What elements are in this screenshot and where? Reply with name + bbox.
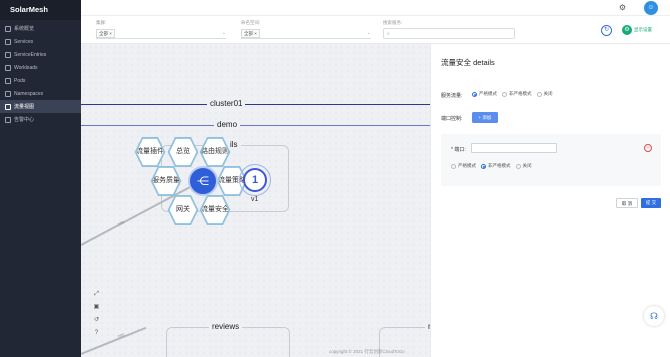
namespace-boundary: [81, 125, 430, 126]
details-box-label: ils: [227, 140, 241, 149]
fullscreen-icon[interactable]: ⤢: [90, 288, 103, 301]
radio-non-strict[interactable]: 非严格模式: [502, 91, 532, 97]
version-node-label: v1: [251, 196, 259, 203]
search-input[interactable]: ⌕: [383, 28, 515, 39]
reviews-service-box[interactable]: [166, 327, 290, 357]
traffic-icon: [5, 103, 11, 110]
traffic-graph-canvas[interactable]: cluster01 demo ils reviews r http http 流…: [81, 44, 430, 357]
user-avatar-icon[interactable]: ☺: [644, 1, 658, 15]
radio-dot: [472, 91, 477, 97]
radio-off[interactable]: 关闭: [536, 91, 553, 97]
cluster-select[interactable]: 全部 × ⌄: [96, 28, 226, 39]
copyright-footer: copyright © 2021 行云创新CloudToGo: [329, 349, 405, 354]
settings-icon: ⚙: [622, 25, 632, 35]
filter-bar: 集群: 全部 × ⌄ 命名空间: 全部 × ⌄ 搜索服务: ⌕ ↻ ⚙ 显示设置: [81, 16, 670, 44]
fit-icon[interactable]: ▣: [90, 301, 103, 314]
port-radio-off[interactable]: 关闭: [515, 163, 532, 169]
port-input[interactable]: [471, 143, 557, 153]
radio-dot: [515, 163, 521, 169]
gear-icon[interactable]: ⚙: [618, 3, 627, 12]
reviews-box-label: reviews: [209, 322, 243, 331]
cluster-label: cluster01: [207, 99, 246, 108]
search-icon: ⌕: [387, 31, 390, 37]
share-icon[interactable]: ⋲: [188, 166, 218, 196]
search-filter-label: 搜索服务:: [383, 20, 403, 25]
graph-toolbar: ⤢ ▣ ↺ ?: [90, 288, 103, 340]
remove-port-icon[interactable]: −: [644, 144, 652, 152]
port-mode-radio-group: 严格模式 非严格模式 关闭: [451, 163, 537, 169]
port-label: * 端口:: [451, 147, 466, 153]
display-settings-button[interactable]: ⚙ 显示设置: [622, 25, 652, 35]
chevron-down-icon: ⌄: [221, 30, 226, 36]
radio-dot: [536, 91, 542, 97]
radio-dot: [451, 163, 456, 169]
workloads-icon: [5, 64, 11, 71]
sidebar: SolarMesh 系统概览 Services ServiceEntries W…: [0, 0, 81, 357]
port-control-label: 端口控制:: [441, 116, 463, 122]
services-icon: [5, 38, 11, 45]
add-port-button[interactable]: + 添加: [472, 112, 498, 123]
sidebar-item-services[interactable]: Services: [0, 35, 81, 48]
sidebar-item-workloads[interactable]: Workloads: [0, 61, 81, 74]
cluster-boundary: [81, 104, 430, 105]
cancel-button[interactable]: 取 消: [616, 198, 638, 208]
refresh-icon[interactable]: ↻: [601, 25, 612, 36]
version-node[interactable]: 1: [243, 168, 267, 192]
namespace-filter-label: 命名空间:: [241, 20, 261, 25]
pods-icon: [5, 77, 11, 84]
top-bar: ⚙ ☺: [81, 0, 670, 16]
sidebar-item-namespaces[interactable]: Namespaces: [0, 87, 81, 100]
reset-icon[interactable]: ↺: [90, 314, 103, 327]
sidebar-item-alerts[interactable]: 告警中心: [0, 113, 81, 126]
port-rule-card: * 端口: − 严格模式 非严格模式 关闭: [441, 134, 661, 186]
details-panel: 流量安全 details 服务流量: 严格模式 非严格模式 关闭 端口控制: +…: [430, 44, 670, 357]
port-radio-non-strict[interactable]: 非严格模式: [481, 163, 511, 169]
sidebar-item-overview[interactable]: 系统概览: [0, 22, 81, 35]
sidebar-item-pods[interactable]: Pods: [0, 74, 81, 87]
panel-title: 流量安全 details: [441, 58, 495, 67]
radio-dot: [502, 91, 507, 97]
submit-button[interactable]: 提 交: [641, 198, 661, 208]
namespace-label: demo: [214, 120, 241, 129]
namespace-select[interactable]: 全部 × ⌄: [241, 28, 371, 39]
service-traffic-radio-group: 严格模式 非严格模式 关闭: [472, 91, 558, 97]
cluster-filter-label: 集群:: [96, 20, 107, 25]
port-radio-strict[interactable]: 严格模式: [451, 163, 476, 169]
headset-support-icon[interactable]: ☊: [644, 306, 664, 326]
help-icon[interactable]: ?: [90, 327, 103, 340]
entries-icon: [5, 51, 11, 58]
radio-strict[interactable]: 严格模式: [472, 91, 497, 97]
alert-icon: [5, 116, 11, 123]
namespaces-icon: [5, 90, 11, 97]
cluster-tag[interactable]: 全部 ×: [96, 28, 115, 38]
chevron-down-icon: ⌄: [366, 30, 371, 36]
sidebar-menu: 系统概览 Services ServiceEntries Workloads P…: [0, 22, 81, 126]
app-logo: SolarMesh: [0, 0, 81, 20]
monitor-icon: [5, 25, 11, 32]
namespace-tag[interactable]: 全部 ×: [241, 28, 260, 38]
sidebar-item-traffic-view[interactable]: 流量视图: [0, 100, 81, 113]
radio-dot: [481, 163, 486, 169]
sidebar-item-serviceentries[interactable]: ServiceEntries: [0, 48, 81, 61]
service-traffic-label: 服务流量:: [441, 93, 463, 99]
